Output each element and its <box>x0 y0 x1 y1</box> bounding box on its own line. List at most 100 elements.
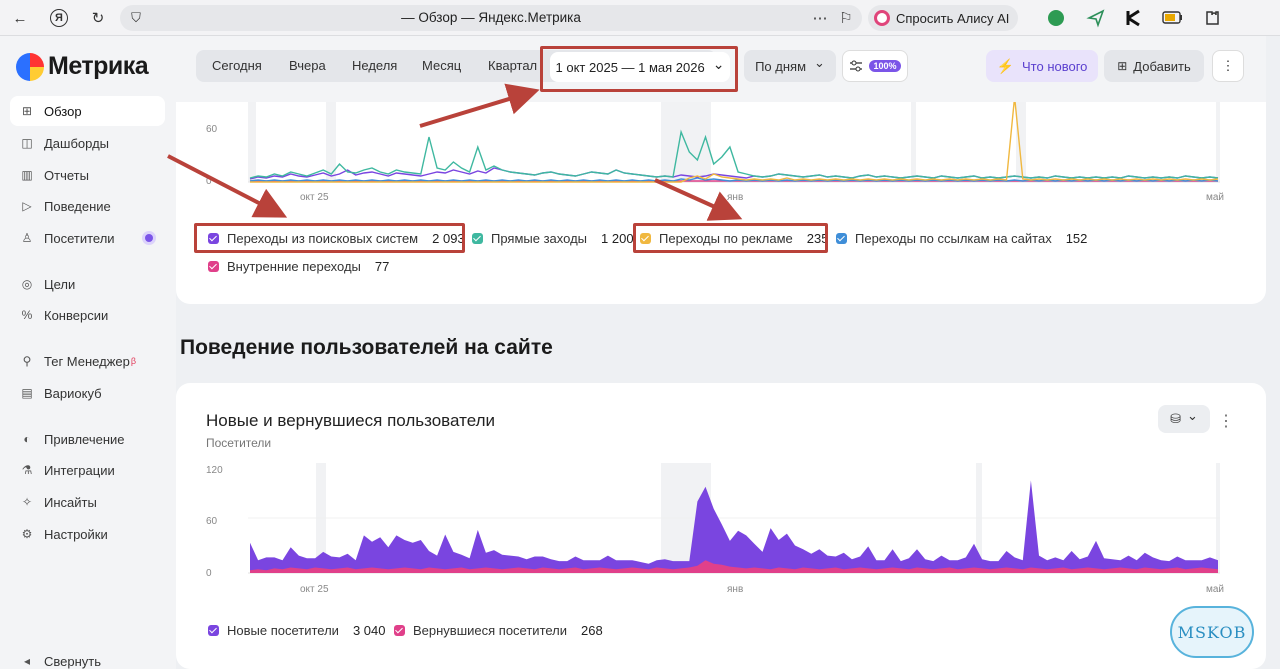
sidebar-item-label: Дашборды <box>44 135 109 151</box>
legend-label: Новые посетители <box>227 623 339 638</box>
checkbox-icon <box>472 233 483 244</box>
legend-direct[interactable]: Прямые заходы 1 200 <box>472 231 634 246</box>
x-tick-may: май <box>1206 584 1225 595</box>
checkbox-icon <box>208 625 219 636</box>
sidebar-item-label: Обзор <box>44 103 82 119</box>
legend-links[interactable]: Переходы по ссылкам на сайтах 152 <box>836 231 1087 246</box>
traffic-sources-card: 60 0 окт 25 янв май Переходы из поисковы… <box>176 102 1266 304</box>
sidebar-item-conversions[interactable]: % Конверсии <box>10 300 165 330</box>
acquisition-icon: ◐ <box>23 432 31 446</box>
legend-new-visitors[interactable]: Новые посетители 3 040 <box>208 623 386 638</box>
sampling-badge: 100% <box>869 60 901 72</box>
weekend-band <box>1216 102 1220 182</box>
collapse-sidebar-button[interactable]: ◂ Свернуть <box>10 646 165 669</box>
sidebar-item-goals[interactable]: ◎ Цели <box>10 269 165 299</box>
sidebar-item-behavior[interactable]: ▷ Поведение <box>10 191 165 221</box>
extension-plane-icon[interactable] <box>1086 8 1106 28</box>
add-label: Добавить <box>1133 58 1191 74</box>
y-tick-120: 120 <box>206 465 223 476</box>
filter-sliders-icon <box>850 60 863 72</box>
card-title: Новые и вернувшиеся пользователи <box>206 411 496 430</box>
chevron-down-icon: ⌄ <box>814 55 825 70</box>
sidebar-item-label: Настройки <box>44 526 108 542</box>
legend-internal[interactable]: Внутренние переходы 77 <box>208 259 389 274</box>
sidebar-item-settings[interactable]: ⚙ Настройки <box>10 519 165 549</box>
annotation-box-search <box>194 223 465 253</box>
menu-icon[interactable]: ⋯ <box>810 8 830 28</box>
address-bar[interactable]: ⛉ — Обзор — Яндекс.Метрика ⋯ ⚐ <box>120 5 862 31</box>
period-yesterday[interactable]: Вчера <box>289 58 326 73</box>
sidebar-item-label: Отчеты <box>44 167 89 183</box>
whats-new-label: Что нового <box>1022 58 1088 74</box>
card-subtitle: Посетители <box>206 436 272 450</box>
target-icon: ◎ <box>21 277 33 291</box>
group-by-select[interactable]: По дням ⌄ <box>744 50 836 82</box>
weekend-band <box>911 102 916 182</box>
back-icon[interactable]: ← <box>10 8 30 28</box>
bar-chart-icon: ▥ <box>21 168 33 182</box>
extension-k-icon[interactable] <box>1124 8 1144 28</box>
legend-value: 268 <box>581 623 603 638</box>
sidebar: Метрика ⊞ Обзор ◫ Дашборды ▥ Отчеты ▷ Поведе… <box>0 36 176 669</box>
alice-icon <box>874 10 890 26</box>
notification-dot <box>145 234 153 242</box>
annotation-box-ads <box>633 223 828 253</box>
more-icon[interactable]: ⋮ <box>1218 411 1234 431</box>
sidebar-item-label: Конверсии <box>44 307 109 323</box>
metrika-logo[interactable]: Метрика <box>16 52 149 81</box>
period-quarter[interactable]: Квартал <box>488 58 537 73</box>
period-month[interactable]: Месяц <box>422 58 461 73</box>
lightning-icon: ⚡ <box>996 57 1015 74</box>
collapse-icon: ◂ <box>23 654 31 668</box>
legend-value: 3 040 <box>352 623 386 638</box>
whats-new-button[interactable]: ⚡ Что нового <box>986 50 1098 82</box>
legend-returning-visitors[interactable]: Вернувшиеся посетители 268 <box>394 623 603 638</box>
y-tick-0: 0 <box>206 176 212 187</box>
sidebar-item-label: Поведение <box>44 198 111 214</box>
y-tick-0: 0 <box>206 568 212 579</box>
new-returning-users-card: Новые и вернувшиеся пользователи Посетит… <box>176 383 1266 669</box>
extension-battery-icon[interactable] <box>1162 10 1184 26</box>
sidebar-item-acquisition[interactable]: ◐ Привлечение <box>10 424 165 454</box>
period-today[interactable]: Сегодня <box>212 58 262 73</box>
beta-badge: β <box>130 356 137 366</box>
bookmark-icon[interactable]: ⚐ <box>836 8 856 28</box>
traffic-sources-chart[interactable] <box>248 102 1220 192</box>
legend-label: Вернувшиеся посетители <box>413 623 568 638</box>
sidebar-item-label: Привлечение <box>44 431 125 447</box>
sparkle-icon: ✧ <box>21 495 33 509</box>
data-source-select[interactable]: ⛁ ⌄ <box>1158 405 1210 433</box>
integration-icon: ⚗ <box>21 463 33 477</box>
extension-shield-icon[interactable] <box>1046 8 1066 28</box>
alice-button[interactable]: Спросить Алису AI <box>868 5 1018 31</box>
sidebar-item-label: Вариокуб <box>44 385 102 401</box>
sidebar-item-dashboards[interactable]: ◫ Дашборды <box>10 128 165 158</box>
add-widget-icon: ⊞ <box>1117 59 1128 73</box>
cube-icon: ▤ <box>21 386 33 400</box>
group-by-label: По дням <box>755 58 807 74</box>
sidebar-item-insights[interactable]: ✧ Инсайты <box>10 487 165 517</box>
yandex-icon[interactable]: Я <box>50 9 68 27</box>
period-week[interactable]: Неделя <box>352 58 397 73</box>
checkbox-icon <box>208 261 219 272</box>
sidebar-item-integrations[interactable]: ⚗ Интеграции <box>10 455 165 485</box>
add-button[interactable]: ⊞ Добавить <box>1104 50 1204 82</box>
collapse-label: Свернуть <box>44 653 102 669</box>
metrika-logo-icon <box>16 52 44 81</box>
tag-icon: ⚲ <box>22 354 32 368</box>
x-tick-oct: окт 25 <box>300 192 329 203</box>
sidebar-item-reports[interactable]: ▥ Отчеты <box>10 160 165 190</box>
sidebar-item-variocube[interactable]: ▤ Вариокуб <box>10 378 165 408</box>
more-icon: ⋮ <box>1221 58 1235 73</box>
sampling-button[interactable]: 100% <box>842 50 908 82</box>
legend-label: Прямые заходы <box>491 231 588 246</box>
sidebar-item-visitors[interactable]: ♙ Посетители <box>10 223 165 253</box>
sidebar-item-overview[interactable]: ⊞ Обзор <box>10 96 165 126</box>
x-tick-oct: окт 25 <box>300 584 329 595</box>
more-options-button[interactable]: ⋮ <box>1212 50 1244 82</box>
checkbox-icon <box>394 625 405 636</box>
new-returning-chart[interactable] <box>248 463 1220 579</box>
reload-icon[interactable]: ↻ <box>88 8 108 28</box>
extension-puzzle-icon[interactable] <box>1202 8 1222 28</box>
sidebar-item-tag-manager[interactable]: ⚲ Тег Менеджер β <box>10 346 165 376</box>
